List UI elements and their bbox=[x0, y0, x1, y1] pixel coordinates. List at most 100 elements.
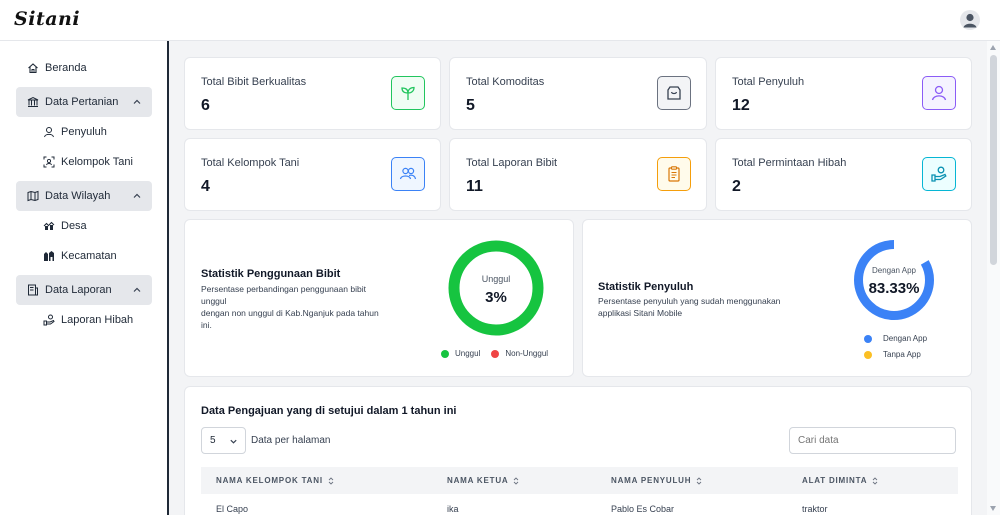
users-icon bbox=[391, 157, 425, 191]
stat-label: Total Permintaan Hibah bbox=[732, 157, 847, 169]
chart-desc-line: applikasi Sitani Mobile bbox=[598, 308, 683, 318]
approved-requests-card: Data Pengajuan yang di setujui dalam 1 t… bbox=[184, 386, 972, 515]
stat-value: 2 bbox=[732, 178, 741, 195]
sidebar-item-penyuluh[interactable]: Penyuluh bbox=[16, 117, 152, 147]
stat-value: 4 bbox=[201, 178, 210, 195]
sort-icon bbox=[514, 476, 519, 485]
stat-card-permintaan-hibah: Total Permintaan Hibah 2 bbox=[715, 138, 972, 211]
stat-card-bibit: Total Bibit Berkualitas 6 bbox=[184, 57, 441, 130]
stat-label: Total Bibit Berkualitas bbox=[201, 76, 307, 88]
legend-label: Tanpa App bbox=[883, 350, 921, 359]
sidebar-item-kecamatan[interactable]: Kecamatan bbox=[16, 241, 152, 271]
sort-icon bbox=[328, 476, 334, 485]
chart-description: Persentase penyuluh yang sudah menggunak… bbox=[598, 295, 798, 319]
grant-icon bbox=[922, 157, 956, 191]
legend-label: Unggul bbox=[455, 349, 481, 358]
sidebar-item-label: Kecamatan bbox=[61, 250, 117, 262]
stat-card-penyuluh: Total Penyuluh 12 bbox=[715, 57, 972, 130]
legend-label: Non-Unggul bbox=[505, 349, 549, 358]
donut-center-label: Dengan App bbox=[872, 266, 917, 275]
sidebar-item-label: Data Laporan bbox=[45, 284, 112, 296]
search-input[interactable] bbox=[789, 427, 956, 454]
chart-desc-line: ini. bbox=[201, 320, 212, 330]
sidebar-item-laporan-hibah[interactable]: Laporan Hibah bbox=[16, 305, 152, 335]
box-icon bbox=[657, 76, 691, 110]
stat-label: Total Kelompok Tani bbox=[201, 157, 300, 169]
sidebar-item-kelompok-tani[interactable]: Kelompok Tani bbox=[16, 147, 152, 177]
column-header-kelompok-tani[interactable]: NAMA KELOMPOK TANI bbox=[216, 476, 334, 485]
clipboard-icon bbox=[657, 157, 691, 191]
page-scrollbar[interactable] bbox=[987, 41, 1000, 515]
stat-label: Total Laporan Bibit bbox=[466, 157, 558, 169]
app-logo[interactable]: Sitani bbox=[14, 8, 80, 30]
column-header-label: ALAT DIMINTA bbox=[802, 476, 868, 485]
sidebar-item-label: Laporan Hibah bbox=[61, 314, 134, 326]
stat-value: 12 bbox=[732, 97, 750, 114]
chart-desc-line: unggul bbox=[201, 296, 227, 306]
penyuluh-donut-chart: Dengan App 83.33% bbox=[854, 240, 934, 320]
per-page-label: Data per halaman bbox=[251, 435, 331, 446]
user-avatar-icon[interactable] bbox=[960, 10, 980, 30]
donut-center-label: Unggul bbox=[482, 274, 511, 284]
legend-swatch bbox=[441, 349, 449, 358]
stat-card-komoditas: Total Komoditas 5 bbox=[449, 57, 707, 130]
table-header: NAMA KELOMPOK TANI NAMA KETUA NAMA PENYU… bbox=[201, 467, 958, 494]
sidebar-item-label: Desa bbox=[61, 220, 87, 232]
chevron-up-icon bbox=[133, 193, 141, 198]
scrollbar-thumb[interactable] bbox=[990, 55, 997, 265]
person-icon bbox=[922, 76, 956, 110]
per-page-select[interactable]: 5 bbox=[201, 427, 246, 454]
scroll-down-arrow-icon[interactable] bbox=[990, 506, 996, 511]
chart-legend: Unggul Non-Unggul bbox=[441, 349, 548, 358]
stat-value: 5 bbox=[466, 97, 475, 114]
sidebar-item-beranda[interactable]: Beranda bbox=[16, 53, 152, 83]
stat-value: 6 bbox=[201, 97, 210, 114]
stat-card-kelompok-tani: Total Kelompok Tani 4 bbox=[184, 138, 441, 211]
home-icon bbox=[26, 62, 39, 75]
sidebar-group-data-laporan[interactable]: Data Laporan bbox=[16, 275, 152, 305]
sidebar-item-label: Data Pertanian bbox=[45, 96, 119, 108]
column-header-label: NAMA KETUA bbox=[447, 476, 509, 485]
penyuluh-chart-card: Statistik Penyuluh Persentase penyuluh y… bbox=[582, 219, 972, 377]
donut-center-value: 3% bbox=[485, 289, 507, 306]
chart-title: Statistik Penyuluh bbox=[598, 281, 694, 293]
sidebar-item-label: Penyuluh bbox=[61, 126, 107, 138]
legend-swatch bbox=[864, 350, 872, 359]
donut-slice-unggul[interactable] bbox=[448, 240, 544, 336]
stat-card-laporan-bibit: Total Laporan Bibit 11 bbox=[449, 138, 707, 211]
sidebar-item-desa[interactable]: Desa bbox=[16, 211, 152, 241]
top-bar: Sitani bbox=[0, 0, 1000, 41]
table-cell: El Capo bbox=[216, 504, 249, 514]
village-icon bbox=[42, 220, 55, 233]
stat-value: 11 bbox=[466, 178, 483, 195]
donut-center-value: 83.33% bbox=[869, 280, 920, 297]
sort-icon bbox=[872, 476, 878, 485]
scroll-up-arrow-icon[interactable] bbox=[990, 45, 996, 50]
table-title: Data Pengajuan yang di setujui dalam 1 t… bbox=[201, 405, 457, 417]
sprout-icon bbox=[391, 76, 425, 110]
legend-swatch bbox=[491, 349, 500, 358]
sidebar: Beranda Data Pertanian Penyuluh Kelompok… bbox=[0, 41, 169, 515]
hand-grant-icon bbox=[42, 314, 55, 327]
sidebar-group-data-pertanian[interactable]: Data Pertanian bbox=[16, 87, 152, 117]
sidebar-group-data-wilayah[interactable]: Data Wilayah bbox=[16, 181, 152, 211]
column-header-alat-diminta[interactable]: ALAT DIMINTA bbox=[802, 476, 878, 485]
chart-legend-item: Dengan App bbox=[864, 334, 927, 343]
table-cell: ika bbox=[447, 504, 459, 514]
chart-desc-line: Persentase perbandingan penggunaan bibit bbox=[201, 284, 366, 294]
column-header-nama-penyuluh[interactable]: NAMA PENYULUH bbox=[611, 476, 702, 485]
bibit-chart-card: Statistik Penggunaan Bibit Persentase pe… bbox=[184, 219, 574, 377]
column-header-nama-ketua[interactable]: NAMA KETUA bbox=[447, 476, 519, 485]
group-scan-icon bbox=[42, 156, 55, 169]
building-icon bbox=[26, 96, 39, 109]
chevron-down-icon bbox=[230, 439, 237, 444]
legend-swatch bbox=[864, 334, 872, 343]
buildings-icon bbox=[42, 250, 55, 263]
column-header-label: NAMA KELOMPOK TANI bbox=[216, 476, 323, 485]
chart-desc-line: dengan non unggul di Kab.Nganjuk pada ta… bbox=[201, 308, 379, 318]
sort-icon bbox=[697, 476, 702, 485]
table-cell: Pablo Es Cobar bbox=[611, 504, 675, 514]
table-cell: traktor bbox=[802, 504, 828, 514]
chart-description: Persentase perbandingan penggunaan bibit… bbox=[201, 283, 391, 331]
map-icon bbox=[26, 190, 39, 203]
